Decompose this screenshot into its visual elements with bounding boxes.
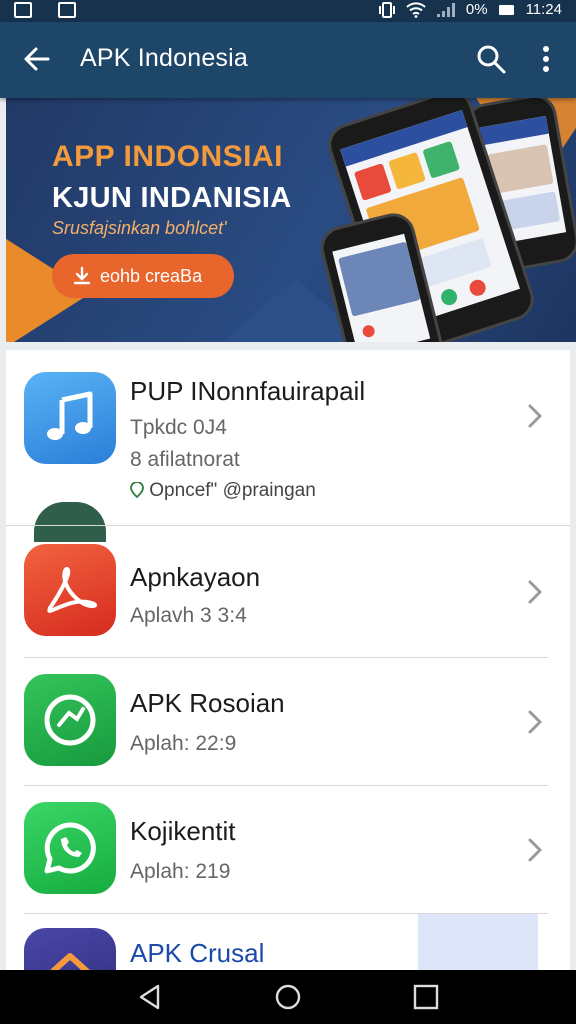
download-icon	[73, 266, 91, 285]
notification-icon	[14, 2, 32, 18]
battery-percentage: 0%	[465, 1, 488, 18]
banner-tagline: Srusfajsinkan bohlcet'	[52, 218, 227, 238]
app-toolbar: APK Indonesia	[0, 22, 576, 98]
whatsapp-icon	[24, 802, 116, 894]
system-navigation-bar	[0, 970, 576, 1024]
app-name: APK Crusal	[130, 938, 265, 968]
signal-icon	[436, 2, 455, 17]
list-item[interactable]: PUP INonnfauirapail Tpkdc 0J4 8 afilatno…	[6, 350, 570, 542]
app-meta: Aplavh 3 3:4	[130, 604, 247, 627]
app-list: PUP INonnfauirapail Tpkdc 0J4 8 afilatno…	[6, 350, 570, 970]
selection-highlight	[418, 914, 538, 970]
app-name: Apnkayaon	[130, 562, 261, 592]
clock: 11:24	[525, 1, 562, 18]
app-meta: 8 afilatnorat	[130, 448, 240, 471]
page-title: APK Indonesia	[80, 44, 248, 72]
app-name: PUP INonnfauirapail	[130, 376, 366, 406]
banner-heading: APP INDONSIAI	[52, 140, 283, 173]
app-location: Opncef" @praingan	[130, 480, 316, 502]
app-meta: Aplah: 219	[130, 860, 231, 883]
location-pin-icon	[130, 481, 144, 499]
list-item[interactable]: APK Rosoian Aplah: 22:9	[6, 658, 570, 786]
app-meta: Tpkdc 0J4	[130, 416, 227, 439]
search-icon[interactable]	[474, 42, 508, 76]
vibrate-icon	[378, 1, 395, 18]
music-note-icon	[24, 372, 116, 464]
list-item[interactable]: Apnkayaon Aplavh 3 3:4	[6, 526, 570, 658]
nav-recents-icon[interactable]	[412, 983, 440, 1011]
chevron-right-icon[interactable]	[524, 578, 546, 606]
list-item[interactable]: Kojikentit Aplah: 219	[6, 786, 570, 914]
chat-bubble-icon	[24, 674, 116, 766]
nav-back-icon[interactable]	[136, 983, 164, 1011]
back-arrow-icon[interactable]	[20, 42, 54, 76]
image-notification-icon	[58, 2, 76, 18]
list-item[interactable]: APK Crusal	[6, 914, 570, 970]
banner-cta-button[interactable]: eohb creaBa	[52, 254, 234, 298]
banner-cta-label: eohb creaBa	[100, 265, 203, 286]
battery-icon	[498, 4, 514, 15]
app-name: Kojikentit	[130, 816, 236, 846]
app-name: APK Rosoian	[130, 688, 285, 718]
overflow-menu-icon[interactable]	[534, 42, 558, 76]
chevron-right-icon[interactable]	[524, 402, 546, 430]
promo-banner[interactable]: APP INDONSIAI KJUN INDANISIA Srusfajsink…	[6, 98, 576, 342]
nav-home-icon[interactable]	[274, 983, 302, 1011]
app-location-label: Opncef" @praingan	[149, 480, 316, 501]
app-meta: Aplah: 22:9	[130, 732, 237, 755]
banner-subheading: KJUN INDANISIA	[52, 182, 292, 214]
wifi-icon	[406, 1, 426, 18]
house-icon	[24, 928, 116, 970]
acrobat-icon	[24, 544, 116, 636]
status-bar: 0% 11:24	[0, 0, 576, 22]
chevron-right-icon[interactable]	[524, 836, 546, 864]
chevron-right-icon[interactable]	[524, 708, 546, 736]
